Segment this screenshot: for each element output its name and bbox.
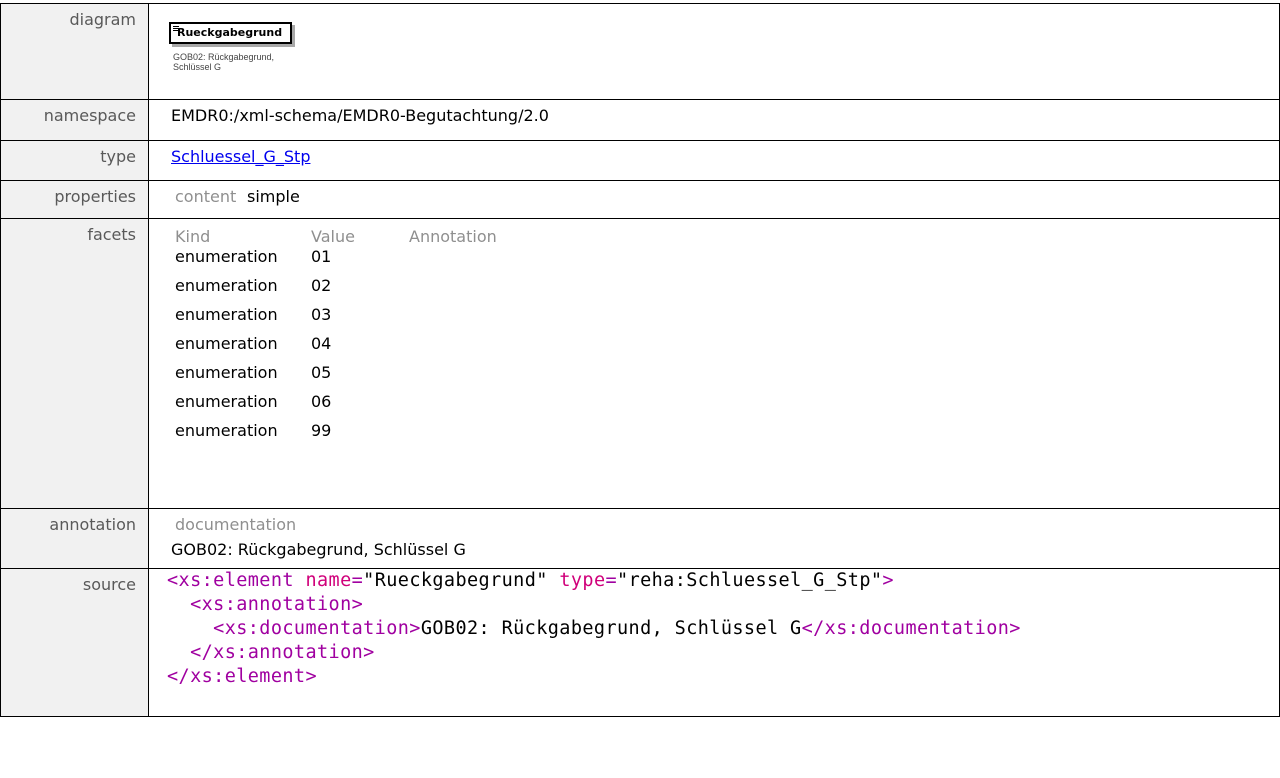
- facet-value: 03: [311, 305, 332, 324]
- src-documentation-open: <xs:documentation>: [213, 618, 421, 639]
- src-documentation-close: </xs:documentation>: [801, 618, 1021, 639]
- src-attr-name: name: [305, 570, 352, 591]
- facet-value: 06: [311, 392, 332, 411]
- facet-row: enumeration 04: [169, 334, 497, 363]
- facets-row: facets Kind Value Annotation enumeration…: [0, 218, 1280, 509]
- namespace-label: namespace: [0, 99, 149, 141]
- properties-row: properties content simple: [0, 180, 1280, 219]
- facets-table: Kind Value Annotation enumeration 01 enu…: [169, 225, 497, 450]
- src-annotation-close: </xs:annotation>: [190, 642, 375, 663]
- element-diagram-box[interactable]: Rueckgabegrund: [169, 22, 293, 44]
- properties-cell: content simple: [148, 180, 1280, 219]
- facet-kind: enumeration: [175, 334, 278, 353]
- src-attr-name-value: "Rueckgabegrund": [363, 570, 548, 591]
- facet-value: 01: [311, 247, 332, 266]
- facet-kind: enumeration: [175, 421, 278, 440]
- facets-header-kind: Kind: [175, 226, 211, 246]
- src-element-close: </xs:element>: [167, 666, 317, 687]
- type-cell: Schluessel_G_Stp: [148, 140, 1280, 181]
- facet-annotation: [409, 421, 497, 450]
- facet-row: enumeration 02: [169, 276, 497, 305]
- source-cell: <xs:element name="Rueckgabegrund" type="…: [148, 568, 1280, 717]
- facet-value: 99: [311, 421, 332, 440]
- element-doc-table: diagram Rueckgabegrund GOB02: Rückgabegr…: [0, 3, 1280, 717]
- property-value: simple: [247, 187, 300, 206]
- facets-cell: Kind Value Annotation enumeration 01 enu…: [148, 218, 1280, 509]
- facets-label: facets: [0, 218, 149, 509]
- facet-annotation: [409, 392, 497, 421]
- src-open-tag-close: >: [882, 570, 894, 591]
- diagram-doc-line2: Schlüssel G: [173, 62, 222, 72]
- namespace-row: namespace EMDR0:/xml-schema/EMDR0-Beguta…: [0, 99, 1280, 141]
- facet-row: enumeration 99: [169, 421, 497, 450]
- type-row: type Schluessel_G_Stp: [0, 140, 1280, 181]
- src-annotation-open: <xs:annotation>: [190, 594, 364, 615]
- facet-kind: enumeration: [175, 363, 278, 382]
- properties-label: properties: [0, 180, 149, 219]
- facet-annotation: [409, 305, 497, 334]
- annotation-cell: documentation GOB02: Rückgabegrund, Schl…: [148, 508, 1280, 569]
- source-label: source: [0, 568, 149, 717]
- facet-row: enumeration 03: [169, 305, 497, 334]
- facet-row: enumeration 06: [169, 392, 497, 421]
- facet-kind: enumeration: [175, 247, 278, 266]
- facet-row: enumeration 01: [169, 247, 497, 276]
- annotation-title: documentation: [175, 515, 297, 534]
- diagram-documentation: GOB02: Rückgabegrund, Schlüssel G: [173, 52, 1279, 72]
- annotation-label: annotation: [0, 508, 149, 569]
- annotation-text: GOB02: Rückgabegrund, Schlüssel G: [171, 540, 466, 559]
- facet-row: enumeration 05: [169, 363, 497, 392]
- facet-annotation: [409, 363, 497, 392]
- src-attr-type: type: [559, 570, 606, 591]
- facet-kind: enumeration: [175, 305, 278, 324]
- diagram-label: diagram: [0, 3, 149, 100]
- facet-value: 05: [311, 363, 332, 382]
- facets-header-row: Kind Value Annotation: [169, 225, 497, 247]
- facet-annotation: [409, 334, 497, 363]
- facet-kind: enumeration: [175, 392, 278, 411]
- type-label: type: [0, 140, 149, 181]
- facet-annotation: [409, 276, 497, 305]
- diagram-row: diagram Rueckgabegrund GOB02: Rückgabegr…: [0, 3, 1280, 100]
- src-attr-type-value: "reha:Schluessel_G_Stp": [617, 570, 883, 591]
- facets-header-value: Value: [311, 226, 355, 246]
- namespace-value: EMDR0:/xml-schema/EMDR0-Begutachtung/2.0: [148, 99, 1280, 141]
- diagram-doc-line1: GOB02: Rückgabegrund,: [173, 52, 275, 62]
- facets-header-annotation: Annotation: [409, 226, 497, 246]
- src-open-tag: <xs:element: [167, 570, 294, 591]
- element-lines-icon: [173, 26, 179, 32]
- source-row: source <xs:element name="Rueckgabegrund"…: [0, 568, 1280, 717]
- property-key: content: [175, 187, 237, 206]
- source-code: <xs:element name="Rueckgabegrund" type="…: [167, 570, 1021, 687]
- facet-kind: enumeration: [175, 276, 278, 295]
- src-documentation-text: GOB02: Rückgabegrund, Schlüssel G: [420, 618, 802, 639]
- type-link[interactable]: Schluessel_G_Stp: [171, 147, 310, 166]
- annotation-row: annotation documentation GOB02: Rückgabe…: [0, 508, 1280, 569]
- facet-value: 02: [311, 276, 332, 295]
- facet-value: 04: [311, 334, 332, 353]
- facet-annotation: [409, 247, 497, 276]
- diagram-cell: Rueckgabegrund GOB02: Rückgabegrund, Sch…: [148, 3, 1280, 100]
- diagram-element-name: Rueckgabegrund: [177, 26, 283, 39]
